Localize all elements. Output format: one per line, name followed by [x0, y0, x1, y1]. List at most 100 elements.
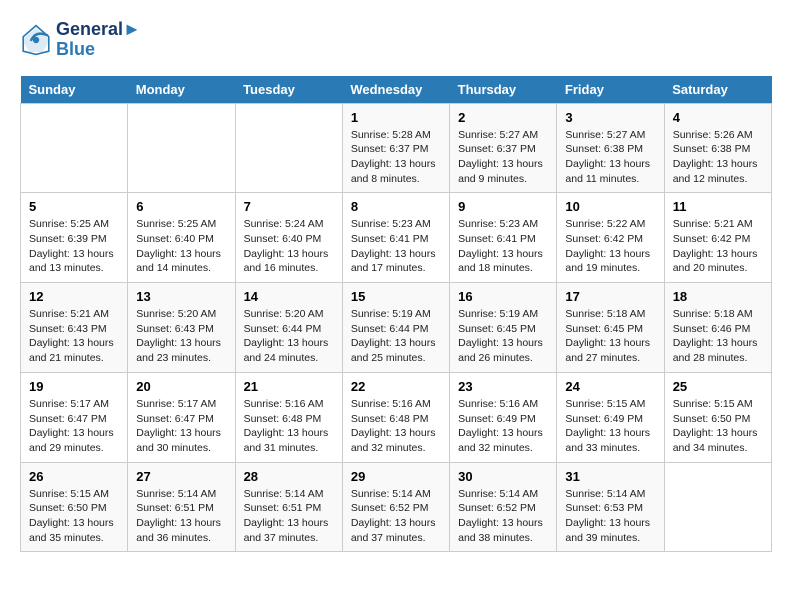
day-info: Sunrise: 5:16 AM Sunset: 6:49 PM Dayligh…: [458, 397, 548, 456]
day-info: Sunrise: 5:27 AM Sunset: 6:38 PM Dayligh…: [565, 128, 655, 187]
day-info: Sunrise: 5:20 AM Sunset: 6:44 PM Dayligh…: [244, 307, 334, 366]
days-header-row: SundayMondayTuesdayWednesdayThursdayFrid…: [21, 76, 772, 104]
header-monday: Monday: [128, 76, 235, 104]
day-info: Sunrise: 5:18 AM Sunset: 6:45 PM Dayligh…: [565, 307, 655, 366]
calendar-cell: 8 Sunrise: 5:23 AM Sunset: 6:41 PM Daylig…: [342, 193, 449, 283]
calendar-cell: 7 Sunrise: 5:24 AM Sunset: 6:40 PM Daylig…: [235, 193, 342, 283]
calendar-cell: 19Sunrise: 5:17 AM Sunset: 6:47 PM Dayli…: [21, 372, 128, 462]
calendar-cell: 28 Sunrise: 5:14 AM Sunset: 6:51 PM Dayli…: [235, 462, 342, 552]
calendar-table: SundayMondayTuesdayWednesdayThursdayFrid…: [20, 76, 772, 553]
day-number: 20: [136, 379, 226, 394]
calendar-cell: 31Sunrise: 5:14 AM Sunset: 6:53 PM Dayli…: [557, 462, 664, 552]
calendar-cell: 11 Sunrise: 5:21 AM Sunset: 6:42 PM Dayli…: [664, 193, 771, 283]
week-row-2: 5Sunrise: 5:25 AM Sunset: 6:39 PM Daylig…: [21, 193, 772, 283]
calendar-cell: 29 Sunrise: 5:14 AM Sunset: 6:52 PM Dayli…: [342, 462, 449, 552]
calendar-cell: 25 Sunrise: 5:15 AM Sunset: 6:50 PM Dayli…: [664, 372, 771, 462]
week-row-1: 1 Sunrise: 5:28 AM Sunset: 6:37 PM Daylig…: [21, 103, 772, 193]
day-info: Sunrise: 5:27 AM Sunset: 6:37 PM Dayligh…: [458, 128, 548, 187]
day-info: Sunrise: 5:24 AM Sunset: 6:40 PM Dayligh…: [244, 217, 334, 276]
day-info: Sunrise: 5:14 AM Sunset: 6:52 PM Dayligh…: [351, 487, 441, 546]
calendar-cell: 21 Sunrise: 5:16 AM Sunset: 6:48 PM Dayli…: [235, 372, 342, 462]
day-info: Sunrise: 5:22 AM Sunset: 6:42 PM Dayligh…: [565, 217, 655, 276]
calendar-cell: 12 Sunrise: 5:21 AM Sunset: 6:43 PM Dayli…: [21, 283, 128, 373]
day-number: 10: [565, 199, 655, 214]
day-info: Sunrise: 5:14 AM Sunset: 6:51 PM Dayligh…: [244, 487, 334, 546]
calendar-cell: [21, 103, 128, 193]
day-info: Sunrise: 5:21 AM Sunset: 6:43 PM Dayligh…: [29, 307, 119, 366]
day-number: 23: [458, 379, 548, 394]
calendar-cell: [128, 103, 235, 193]
calendar-cell: 22Sunrise: 5:16 AM Sunset: 6:48 PM Dayli…: [342, 372, 449, 462]
day-number: 21: [244, 379, 334, 394]
week-row-4: 19Sunrise: 5:17 AM Sunset: 6:47 PM Dayli…: [21, 372, 772, 462]
day-info: Sunrise: 5:16 AM Sunset: 6:48 PM Dayligh…: [244, 397, 334, 456]
day-number: 27: [136, 469, 226, 484]
day-number: 14: [244, 289, 334, 304]
calendar-cell: 6 Sunrise: 5:25 AM Sunset: 6:40 PM Daylig…: [128, 193, 235, 283]
day-number: 3: [565, 110, 655, 125]
day-info: Sunrise: 5:15 AM Sunset: 6:49 PM Dayligh…: [565, 397, 655, 456]
day-number: 18: [673, 289, 763, 304]
day-info: Sunrise: 5:15 AM Sunset: 6:50 PM Dayligh…: [673, 397, 763, 456]
day-info: Sunrise: 5:18 AM Sunset: 6:46 PM Dayligh…: [673, 307, 763, 366]
day-number: 4: [673, 110, 763, 125]
day-number: 28: [244, 469, 334, 484]
calendar-cell: 27 Sunrise: 5:14 AM Sunset: 6:51 PM Dayli…: [128, 462, 235, 552]
header-thursday: Thursday: [450, 76, 557, 104]
day-info: Sunrise: 5:14 AM Sunset: 6:51 PM Dayligh…: [136, 487, 226, 546]
day-number: 12: [29, 289, 119, 304]
day-info: Sunrise: 5:25 AM Sunset: 6:40 PM Dayligh…: [136, 217, 226, 276]
day-number: 15: [351, 289, 441, 304]
day-number: 5: [29, 199, 119, 214]
day-number: 13: [136, 289, 226, 304]
calendar-cell: 13 Sunrise: 5:20 AM Sunset: 6:43 PM Dayli…: [128, 283, 235, 373]
day-number: 17: [565, 289, 655, 304]
logo-text-block: General► Blue: [56, 20, 141, 60]
day-number: 22: [351, 379, 441, 394]
header: General► Blue: [20, 20, 772, 60]
logo-line2: Blue: [56, 40, 141, 60]
calendar-cell: 23 Sunrise: 5:16 AM Sunset: 6:49 PM Dayli…: [450, 372, 557, 462]
week-row-5: 26Sunrise: 5:15 AM Sunset: 6:50 PM Dayli…: [21, 462, 772, 552]
day-info: Sunrise: 5:21 AM Sunset: 6:42 PM Dayligh…: [673, 217, 763, 276]
day-number: 6: [136, 199, 226, 214]
day-info: Sunrise: 5:17 AM Sunset: 6:47 PM Dayligh…: [29, 397, 119, 456]
day-number: 24: [565, 379, 655, 394]
calendar-cell: 26Sunrise: 5:15 AM Sunset: 6:50 PM Dayli…: [21, 462, 128, 552]
day-info: Sunrise: 5:26 AM Sunset: 6:38 PM Dayligh…: [673, 128, 763, 187]
day-info: Sunrise: 5:28 AM Sunset: 6:37 PM Dayligh…: [351, 128, 441, 187]
day-info: Sunrise: 5:23 AM Sunset: 6:41 PM Dayligh…: [351, 217, 441, 276]
day-info: Sunrise: 5:14 AM Sunset: 6:52 PM Dayligh…: [458, 487, 548, 546]
header-saturday: Saturday: [664, 76, 771, 104]
calendar-cell: 18 Sunrise: 5:18 AM Sunset: 6:46 PM Dayli…: [664, 283, 771, 373]
calendar-cell: 15 Sunrise: 5:19 AM Sunset: 6:44 PM Dayli…: [342, 283, 449, 373]
day-number: 8: [351, 199, 441, 214]
day-number: 25: [673, 379, 763, 394]
logo: General► Blue: [20, 20, 141, 60]
day-info: Sunrise: 5:20 AM Sunset: 6:43 PM Dayligh…: [136, 307, 226, 366]
day-number: 7: [244, 199, 334, 214]
calendar-cell: 17 Sunrise: 5:18 AM Sunset: 6:45 PM Dayli…: [557, 283, 664, 373]
day-info: Sunrise: 5:19 AM Sunset: 6:44 PM Dayligh…: [351, 307, 441, 366]
calendar-cell: 20 Sunrise: 5:17 AM Sunset: 6:47 PM Dayli…: [128, 372, 235, 462]
calendar-cell: [235, 103, 342, 193]
calendar-cell: 2 Sunrise: 5:27 AM Sunset: 6:37 PM Daylig…: [450, 103, 557, 193]
day-number: 29: [351, 469, 441, 484]
header-wednesday: Wednesday: [342, 76, 449, 104]
day-number: 2: [458, 110, 548, 125]
calendar-cell: 30Sunrise: 5:14 AM Sunset: 6:52 PM Dayli…: [450, 462, 557, 552]
calendar-cell: [664, 462, 771, 552]
calendar-cell: 9Sunrise: 5:23 AM Sunset: 6:41 PM Daylig…: [450, 193, 557, 283]
day-number: 1: [351, 110, 441, 125]
calendar-cell: 3 Sunrise: 5:27 AM Sunset: 6:38 PM Daylig…: [557, 103, 664, 193]
header-friday: Friday: [557, 76, 664, 104]
header-tuesday: Tuesday: [235, 76, 342, 104]
logo-line1: General►: [56, 20, 141, 40]
day-number: 11: [673, 199, 763, 214]
logo-icon: [20, 24, 52, 56]
header-sunday: Sunday: [21, 76, 128, 104]
day-info: Sunrise: 5:17 AM Sunset: 6:47 PM Dayligh…: [136, 397, 226, 456]
day-info: Sunrise: 5:19 AM Sunset: 6:45 PM Dayligh…: [458, 307, 548, 366]
day-number: 16: [458, 289, 548, 304]
calendar-cell: 5Sunrise: 5:25 AM Sunset: 6:39 PM Daylig…: [21, 193, 128, 283]
